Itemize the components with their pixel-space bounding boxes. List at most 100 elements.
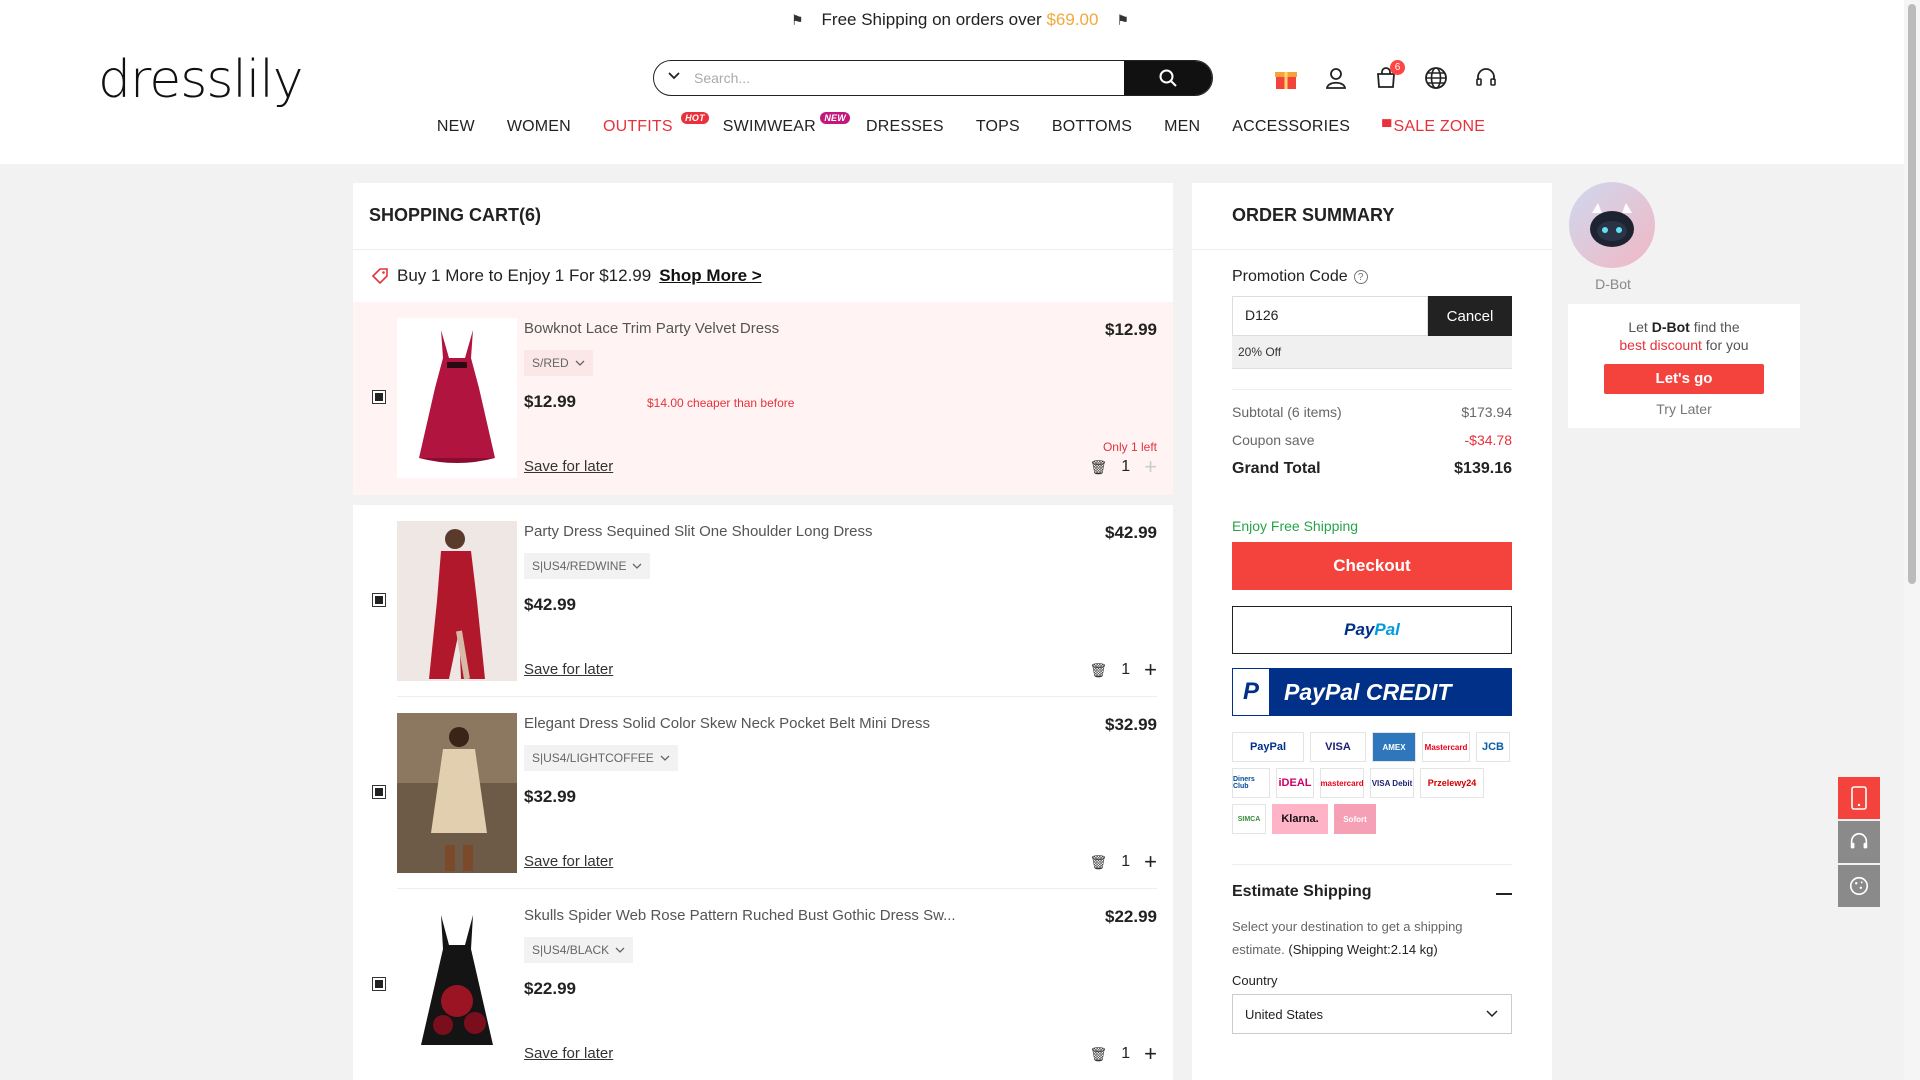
save-for-later-link[interactable]: Save for later <box>524 1045 613 1062</box>
bot-name: D-Bot <box>1595 276 1631 292</box>
increase-button[interactable]: + <box>1144 1043 1157 1065</box>
save-for-later-link[interactable]: Save for later <box>524 458 613 475</box>
paypal-button[interactable]: Pay Pal <box>1232 606 1512 654</box>
flag-icon: ⚑ <box>1116 11 1130 28</box>
payment-visa: VISA <box>1310 732 1366 762</box>
try-later-link[interactable]: Try Later <box>1588 400 1780 418</box>
search-button[interactable] <box>1124 61 1212 95</box>
mobile-app-button[interactable] <box>1838 777 1880 819</box>
cart-icon[interactable]: 6 <box>1372 60 1405 92</box>
search-input[interactable] <box>694 70 1124 86</box>
quantity-stepper: 🗑 1 + <box>1089 1043 1157 1065</box>
robot-avatar[interactable] <box>1569 182 1655 268</box>
item-checkbox[interactable] <box>372 390 386 404</box>
nav-item-outfits[interactable]: OUTFITS HOT <box>603 112 709 136</box>
shopping-cart: SHOPPING CART(6) Buy 1 More to Enjoy 1 F… <box>353 183 1173 1080</box>
grand-total-line: Grand Total $139.16 <box>1232 460 1512 477</box>
tag-icon <box>371 268 388 285</box>
paypal-icon: P <box>1232 668 1270 716</box>
country-select[interactable]: United States <box>1232 994 1512 1034</box>
support-button[interactable] <box>1838 821 1880 863</box>
nav-item-accessories[interactable]: ACCESSORIES <box>1232 118 1350 136</box>
estimate-shipping: Estimate Shipping Select your destinatio… <box>1232 864 1512 1034</box>
scrollbar-thumb[interactable] <box>1908 4 1916 584</box>
gift-icon[interactable] <box>1272 64 1300 92</box>
nav-item-swimwear[interactable]: SWIMWEAR NEW <box>723 112 850 136</box>
chevron-down-icon <box>660 755 670 761</box>
price-drop-note: $14.00 cheaper than before <box>647 396 795 410</box>
nav-item-new[interactable]: NEW <box>437 118 475 136</box>
variant-selector[interactable]: S|US4/REDWINE <box>524 553 651 579</box>
trash-icon[interactable]: 🗑 <box>1089 1046 1107 1063</box>
free-shipping-note: Enjoy Free Shipping <box>1232 518 1359 534</box>
increase-button[interactable]: + <box>1144 851 1157 873</box>
cart-item: Elegant Dress Solid Color Skew Neck Pock… <box>353 697 1173 889</box>
chevron-down-icon <box>633 563 642 569</box>
product-image[interactable] <box>397 905 517 1065</box>
item-checkbox[interactable] <box>372 785 386 799</box>
chevron-down-icon <box>575 360 585 366</box>
product-name[interactable]: Skulls Spider Web Rose Pattern Ruched Bu… <box>524 907 956 924</box>
headset-icon[interactable] <box>1472 64 1500 92</box>
product-image[interactable] <box>397 713 517 873</box>
product-name[interactable]: Party Dress Sequined Slit One Shoulder L… <box>524 523 873 540</box>
globe-icon[interactable] <box>1422 64 1450 92</box>
free-shipping-banner: ⚑ Free Shipping on orders over $69.00 ⚑ <box>0 0 1920 40</box>
product-name[interactable]: Elegant Dress Solid Color Skew Neck Pock… <box>524 715 930 732</box>
shop-more-link[interactable]: Shop More > <box>659 266 761 286</box>
save-for-later-link[interactable]: Save for later <box>524 853 613 870</box>
page-scrollbar[interactable] <box>1904 0 1920 1080</box>
cart-title: SHOPPING CART(6) <box>353 183 1173 250</box>
trash-icon[interactable]: 🗑 <box>1089 854 1107 871</box>
variant-selector[interactable]: S|US4/BLACK <box>524 937 634 963</box>
collapse-icon[interactable] <box>1496 893 1512 895</box>
summary-title: ORDER SUMMARY <box>1192 183 1552 250</box>
nav-item-women[interactable]: WOMEN <box>507 118 571 136</box>
floating-side-buttons <box>1838 777 1880 909</box>
payment-jcb: JCB <box>1476 732 1510 762</box>
save-for-later-link[interactable]: Save for later <box>524 661 613 678</box>
nav-item-bottoms[interactable]: BOTTOMS <box>1052 118 1132 136</box>
phone-icon <box>1851 786 1867 810</box>
hot-tag: HOT <box>681 112 709 124</box>
site-logo[interactable]: dresslily <box>98 50 304 110</box>
help-icon[interactable]: ? <box>1353 270 1368 284</box>
payment-diners: Diners Club <box>1232 768 1270 798</box>
lets-go-button[interactable]: Let's go <box>1604 364 1764 394</box>
chevron-down-icon[interactable] <box>654 69 694 88</box>
increase-button[interactable]: + <box>1144 659 1157 681</box>
nav-item-sale-zone[interactable]: ▀ SALE ZONE <box>1382 118 1485 136</box>
cart-item: Bowknot Lace Trim Party Velvet Dress $12… <box>353 302 1173 495</box>
nav-item-tops[interactable]: TOPS <box>976 118 1020 136</box>
variant-selector[interactable]: S|US4/LIGHTCOFFEE <box>524 745 678 771</box>
product-image[interactable] <box>397 318 517 478</box>
order-summary: ORDER SUMMARY Promotion Code? D126 Cance… <box>1192 183 1552 1080</box>
paypal-credit-button[interactable]: P PayPal CREDIT <box>1232 668 1512 716</box>
promo-text: Buy 1 More to Enjoy 1 For $12.99 <box>397 266 652 285</box>
quantity-stepper: 🗑 1 + <box>1089 456 1157 478</box>
promotion-code-input[interactable]: D126 <box>1232 296 1428 336</box>
coupon-line: Coupon save -$34.78 <box>1232 432 1512 448</box>
item-checkbox[interactable] <box>372 593 386 607</box>
cookie-icon <box>1849 876 1869 896</box>
chevron-down-icon <box>615 947 625 953</box>
product-name[interactable]: Bowknot Lace Trim Party Velvet Dress <box>524 320 779 337</box>
nav-item-men[interactable]: MEN <box>1164 118 1200 136</box>
bot-message: Let D-Bot find the best discount for you… <box>1568 304 1800 428</box>
item-checkbox[interactable] <box>372 977 386 991</box>
nav-item-dresses[interactable]: DRESSES <box>866 118 944 136</box>
flag-icon: ⚑ <box>790 11 804 28</box>
variant-selector[interactable]: S/RED <box>524 350 593 376</box>
trash-icon[interactable]: 🗑 <box>1089 459 1107 476</box>
user-icon[interactable] <box>1322 64 1350 92</box>
cookie-settings-button[interactable] <box>1838 865 1880 907</box>
trash-icon[interactable]: 🗑 <box>1089 662 1107 679</box>
checkout-button[interactable]: Checkout <box>1232 542 1512 590</box>
payment-visa-debit: VISA Debit <box>1370 768 1414 798</box>
product-image[interactable] <box>397 521 517 681</box>
current-price: $22.99 <box>524 979 576 998</box>
site-header: dresslily 6 NEW WOMEN OUTFITSHOT SWI <box>0 40 1920 164</box>
increase-button[interactable]: + <box>1144 456 1157 478</box>
promotion-code-label: Promotion Code? <box>1232 268 1512 286</box>
cancel-code-button[interactable]: Cancel <box>1428 296 1512 336</box>
